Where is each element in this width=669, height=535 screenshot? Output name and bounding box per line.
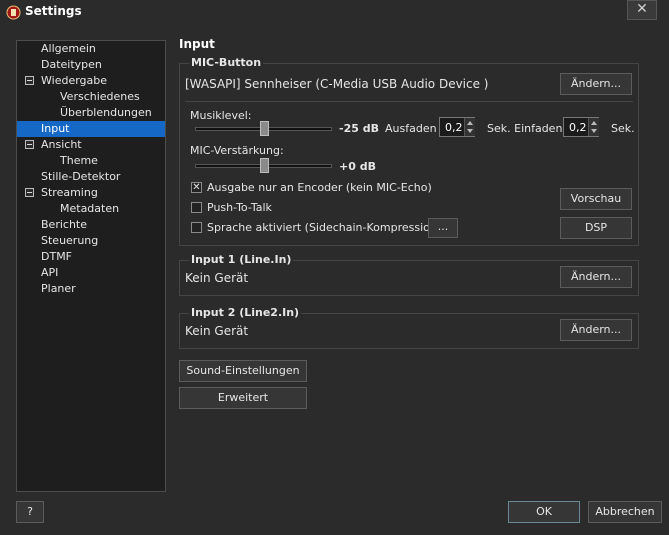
stepper-up-icon[interactable] [591,121,597,125]
tree-item-input[interactable]: Input [17,121,165,137]
input1-device: Kein Gerät [185,271,249,285]
tree-item-allgemein[interactable]: Allgemein [41,41,96,57]
change-mic-device-button[interactable]: Ändern... [560,73,632,95]
stepper-down-icon[interactable] [467,129,473,133]
input2-device: Kein Gerät [185,324,249,338]
push-to-talk-checkbox[interactable] [191,202,202,213]
tree-item-streaming[interactable]: Streaming [41,185,98,201]
tree-item-dateitypen[interactable]: Dateitypen [41,57,102,73]
change-input1-button[interactable]: Ändern... [560,266,632,288]
divider [185,101,633,102]
ausfaden-label: Ausfaden [385,122,437,135]
tree-item-stille-detektor[interactable]: Stille-Detektor [41,169,120,185]
vorschau-button[interactable]: Vorschau [560,188,632,210]
collapse-icon[interactable] [25,140,34,149]
ausgabe-label: Ausgabe nur an Encoder (kein MIC-Echo) [207,181,432,194]
push-to-talk-label: Push-To-Talk [207,201,272,214]
stepper-up-icon[interactable] [467,121,473,125]
tree-item-verschiedenes[interactable]: Verschiedenes [60,89,140,105]
tree-item-planer[interactable]: Planer [41,281,76,297]
mic-device-name: [WASAPI] Sennheiser (C-Media USB Audio D… [185,77,489,91]
tree-item-ueberblendungen[interactable]: Überblendungen [60,105,152,121]
mic-verstaerkung-label: MIC-Verstärkung: [190,144,284,157]
sprache-checkbox[interactable] [191,222,202,233]
tree-item-steuerung[interactable]: Steuerung [41,233,98,249]
tree-item-wiedergabe[interactable]: Wiedergabe [41,73,107,89]
musiklevel-slider-thumb[interactable] [260,121,269,136]
sidechain-settings-button[interactable]: ... [428,218,458,238]
input1-group-label: Input 1 (Line.In) [189,253,294,266]
close-button[interactable]: ✕ [627,0,657,20]
stepper-arrows[interactable] [588,118,599,136]
sound-settings-button[interactable]: Sound-Einstellungen [179,360,307,382]
ausfaden-value[interactable]: 0,2 [445,121,463,134]
stepper-down-icon[interactable] [591,129,597,133]
tree-item-api[interactable]: API [41,265,58,281]
input2-group-label: Input 2 (Line2.In) [189,306,302,319]
cancel-button[interactable]: Abbrechen [588,501,662,523]
sek-label: Sek. [611,122,635,135]
settings-tree[interactable]: Allgemein Dateitypen Wiedergabe Verschie… [16,40,166,492]
collapse-icon[interactable] [25,76,34,85]
tree-item-berichte[interactable]: Berichte [41,217,87,233]
sek-einfaden-label: Sek. Einfaden [487,122,563,135]
tree-item-ansicht[interactable]: Ansicht [41,137,82,153]
mic-verstaerkung-slider-thumb[interactable] [260,158,269,173]
advanced-button[interactable]: Erweitert [179,387,307,409]
tree-item-dtmf[interactable]: DTMF [41,249,72,265]
tree-item-theme[interactable]: Theme [60,153,98,169]
app-icon [6,5,21,20]
mic-verstaerkung-value: +0 dB [339,160,376,173]
einfaden-value[interactable]: 0,2 [569,121,587,134]
tree-item-metadaten[interactable]: Metadaten [60,201,119,217]
musiklevel-label: Musiklevel: [190,109,252,122]
mic-button-group-label: MIC-Button [189,56,264,69]
sprache-label: Sprache aktiviert (Sidechain-Kompression… [207,221,442,234]
ok-button[interactable]: OK [508,501,580,523]
dsp-button[interactable]: DSP [560,217,632,239]
change-input2-button[interactable]: Ändern... [560,319,632,341]
musiklevel-value: -25 dB [339,122,379,135]
collapse-icon[interactable] [25,188,34,197]
title-bar: Settings ✕ [0,0,669,24]
einfaden-stepper[interactable]: 0,2 [563,117,599,137]
ausfaden-stepper[interactable]: 0,2 [439,117,475,137]
ausgabe-checkbox[interactable]: ✕ [191,182,202,193]
page-title: Input [179,37,215,51]
help-button[interactable]: ? [16,501,44,523]
window-title: Settings [25,4,82,18]
stepper-arrows[interactable] [464,118,475,136]
